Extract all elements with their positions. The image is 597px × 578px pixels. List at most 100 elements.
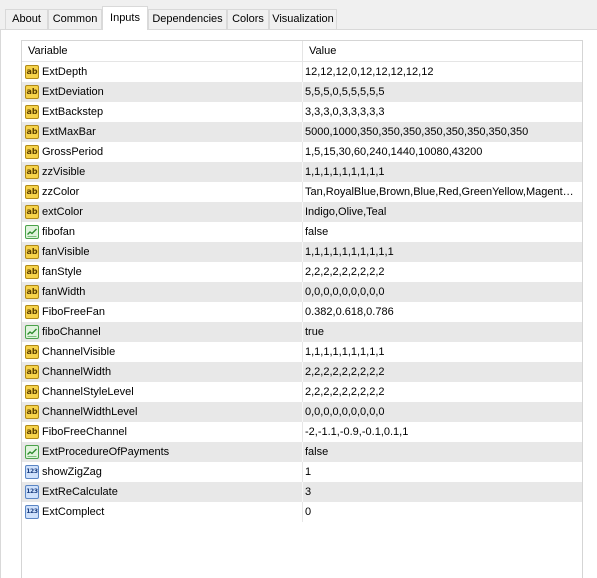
column-divider: [302, 282, 303, 302]
variable-name: ExtDeviation: [42, 86, 104, 98]
column-header-value[interactable]: Value: [303, 41, 582, 61]
variable-value[interactable]: 1,5,15,30,60,240,1440,10080,43200: [305, 142, 579, 162]
string-type-icon: ab: [25, 265, 39, 279]
column-divider: [302, 82, 303, 102]
table-row[interactable]: ab GrossPeriod 1,5,15,30,60,240,1440,10080…: [22, 142, 582, 162]
integer-type-icon: 123: [25, 465, 39, 479]
table-row[interactable]: ab FiboFreeFan 0.382,0.618,0.786: [22, 302, 582, 322]
column-divider: [302, 402, 303, 422]
table-row[interactable]: ExtProcedureOfPayments false: [22, 442, 582, 462]
table-row[interactable]: ab ChannelWidthLevel 0,0,0,0,0,0,0,0,0: [22, 402, 582, 422]
variable-value[interactable]: 1,1,1,1,1,1,1,1,1,1: [305, 242, 579, 262]
variable-value[interactable]: 3,3,3,0,3,3,3,3,3: [305, 102, 579, 122]
variable-name: fanStyle: [42, 266, 82, 278]
table-row[interactable]: ab ChannelWidth 2,2,2,2,2,2,2,2,2: [22, 362, 582, 382]
tab-visualization[interactable]: Visualization: [269, 9, 337, 29]
variable-value[interactable]: 1,1,1,1,1,1,1,1,1: [305, 162, 579, 182]
variable-value[interactable]: 5000,1000,350,350,350,350,350,350,350,35…: [305, 122, 579, 142]
variable-name: zzVisible: [42, 166, 86, 178]
variable-value[interactable]: 1: [305, 462, 579, 482]
string-type-icon: ab: [25, 205, 39, 219]
tab-inputs[interactable]: Inputs: [102, 6, 148, 30]
table-row[interactable]: 123 ExtComplect 0: [22, 502, 582, 522]
variable-value[interactable]: false: [305, 442, 579, 462]
grid-header: Variable Value: [22, 41, 582, 62]
variable-value[interactable]: Tan,RoyalBlue,Brown,Blue,Red,GreenYellow…: [305, 182, 579, 202]
table-row[interactable]: ab ExtDeviation 5,5,5,0,5,5,5,5,5: [22, 82, 582, 102]
variable-name: FiboFreeChannel: [42, 426, 127, 438]
variable-value[interactable]: 2,2,2,2,2,2,2,2,2: [305, 382, 579, 402]
table-row[interactable]: ab fanWidth 0,0,0,0,0,0,0,0,0: [22, 282, 582, 302]
string-type-icon: ab: [25, 425, 39, 439]
variable-name: ChannelStyleLevel: [42, 386, 134, 398]
column-divider: [302, 122, 303, 142]
variable-name: zzColor: [42, 186, 80, 198]
variable-value[interactable]: 2,2,2,2,2,2,2,2,2: [305, 362, 579, 382]
table-row[interactable]: fiboChannel true: [22, 322, 582, 342]
tab-colors[interactable]: Colors: [227, 9, 269, 29]
table-row[interactable]: 123 ExtReCalculate 3: [22, 482, 582, 502]
integer-type-icon: 123: [25, 485, 39, 499]
variable-name: GrossPeriod: [42, 146, 104, 158]
variable-value[interactable]: 1,1,1,1,1,1,1,1,1: [305, 342, 579, 362]
variable-name: ChannelWidth: [42, 366, 112, 378]
variable-name: showZigZag: [42, 466, 102, 478]
variable-value[interactable]: 0,0,0,0,0,0,0,0,0: [305, 282, 579, 302]
table-row[interactable]: fibofan false: [22, 222, 582, 242]
column-divider: [302, 62, 303, 82]
variable-name: ExtProcedureOfPayments: [42, 446, 170, 458]
variable-name: ExtComplect: [42, 506, 105, 518]
column-divider: [302, 422, 303, 442]
column-divider: [302, 302, 303, 322]
string-type-icon: ab: [25, 385, 39, 399]
string-type-icon: ab: [25, 185, 39, 199]
variable-value[interactable]: Indigo,Olive,Teal: [305, 202, 579, 222]
variable-name: ExtBackstep: [42, 106, 104, 118]
table-row[interactable]: ab zzVisible 1,1,1,1,1,1,1,1,1: [22, 162, 582, 182]
string-type-icon: ab: [25, 245, 39, 259]
column-divider: [302, 142, 303, 162]
variable-name: fibofan: [42, 226, 76, 238]
column-header-variable[interactable]: Variable: [22, 41, 302, 61]
variable-value[interactable]: 12,12,12,0,12,12,12,12,12: [305, 62, 579, 82]
table-row[interactable]: ab ChannelVisible 1,1,1,1,1,1,1,1,1: [22, 342, 582, 362]
column-divider: [302, 102, 303, 122]
integer-type-icon: 123: [25, 505, 39, 519]
string-type-icon: ab: [25, 125, 39, 139]
tab-about[interactable]: About: [5, 9, 48, 29]
table-row[interactable]: ab ExtDepth 12,12,12,0,12,12,12,12,12: [22, 62, 582, 82]
table-row[interactable]: ab ExtBackstep 3,3,3,0,3,3,3,3,3: [22, 102, 582, 122]
table-row[interactable]: ab fanStyle 2,2,2,2,2,2,2,2,2: [22, 262, 582, 282]
inputs-grid[interactable]: Variable Value ab ExtDepth 12,12,12,0,12,1…: [21, 40, 583, 578]
column-divider: [302, 182, 303, 202]
variable-value[interactable]: 5,5,5,0,5,5,5,5,5: [305, 82, 579, 102]
column-divider: [302, 462, 303, 482]
string-type-icon: ab: [25, 85, 39, 99]
variable-value[interactable]: 0: [305, 502, 579, 522]
column-divider: [302, 242, 303, 262]
table-row[interactable]: ab extColor Indigo,Olive,Teal: [22, 202, 582, 222]
variable-value[interactable]: 0,0,0,0,0,0,0,0,0: [305, 402, 579, 422]
string-type-icon: ab: [25, 305, 39, 319]
variable-name: fanVisible: [42, 246, 90, 258]
variable-value[interactable]: true: [305, 322, 579, 342]
table-row[interactable]: ab fanVisible 1,1,1,1,1,1,1,1,1,1: [22, 242, 582, 262]
table-row[interactable]: ab ChannelStyleLevel 2,2,2,2,2,2,2,2,2: [22, 382, 582, 402]
variable-name: FiboFreeFan: [42, 306, 105, 318]
table-row[interactable]: ab zzColor Tan,RoyalBlue,Brown,Blue,Red,Gr…: [22, 182, 582, 202]
variable-value[interactable]: 2,2,2,2,2,2,2,2,2: [305, 262, 579, 282]
variable-name: ExtReCalculate: [42, 486, 118, 498]
column-divider: [302, 222, 303, 242]
table-row[interactable]: ab ExtMaxBar 5000,1000,350,350,350,350,350…: [22, 122, 582, 142]
variable-value[interactable]: false: [305, 222, 579, 242]
variable-value[interactable]: 3: [305, 482, 579, 502]
table-row[interactable]: ab FiboFreeChannel -2,-1.1,-0.9,-0.1,0.1,1: [22, 422, 582, 442]
variable-value[interactable]: 0.382,0.618,0.786: [305, 302, 579, 322]
column-divider: [302, 322, 303, 342]
tab-strip: About Common Inputs Dependencies Colors …: [0, 0, 597, 30]
column-divider: [302, 162, 303, 182]
tab-common[interactable]: Common: [48, 9, 102, 29]
table-row[interactable]: 123 showZigZag 1: [22, 462, 582, 482]
tab-dependencies[interactable]: Dependencies: [148, 9, 227, 29]
variable-value[interactable]: -2,-1.1,-0.9,-0.1,0.1,1: [305, 422, 579, 442]
